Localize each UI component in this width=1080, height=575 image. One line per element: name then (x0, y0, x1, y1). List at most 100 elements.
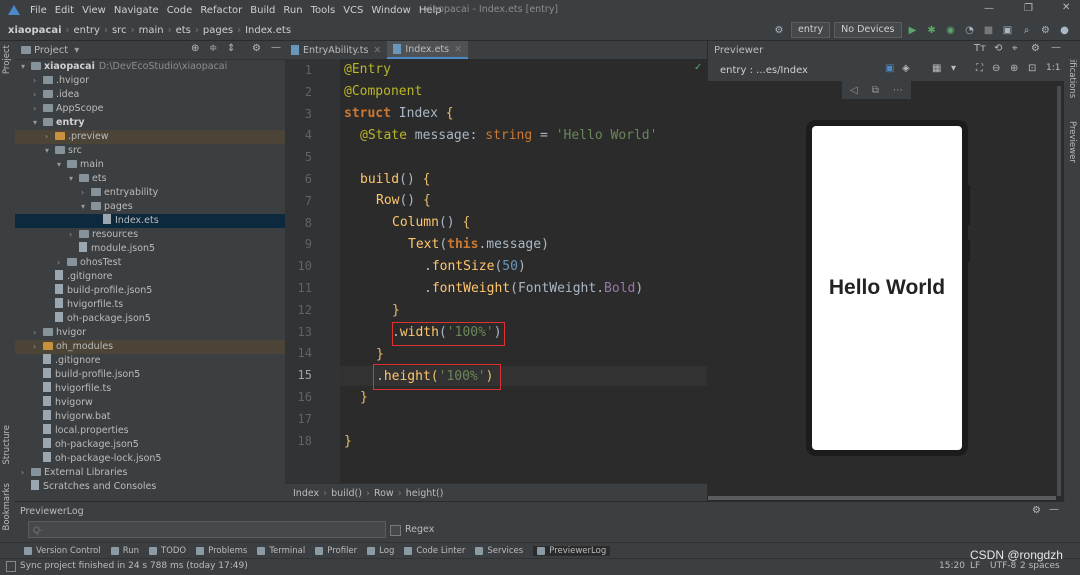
chevron-right-icon[interactable]: › (45, 130, 55, 144)
chevron-down-icon[interactable]: ▾ (69, 172, 79, 186)
hide-icon[interactable]: — (1049, 504, 1059, 515)
project-tool-tab[interactable]: Project (2, 45, 12, 74)
structure-tool-tab[interactable]: Structure (2, 425, 12, 465)
tree-item[interactable]: local.properties (15, 424, 285, 438)
run-config-select[interactable]: entry (791, 22, 831, 38)
tree-item[interactable]: hvigorfile.ts (15, 298, 285, 312)
bookmarks-tool-tab[interactable]: Bookmarks (2, 483, 12, 531)
tree-item[interactable]: .gitignore (15, 354, 285, 368)
tree-item[interactable]: ▾ entry (15, 116, 285, 130)
project-panel-title[interactable]: Project (34, 45, 68, 56)
tree-item[interactable]: oh-package.json5 (15, 438, 285, 452)
tree-item[interactable]: hvigorfile.ts (15, 382, 285, 396)
gear-icon[interactable]: ⚙ (771, 22, 787, 38)
collapse-all-icon[interactable]: ≑ (209, 43, 217, 54)
search-icon[interactable]: ⌕ (1019, 22, 1035, 38)
run-icon[interactable]: ▶ (905, 22, 921, 38)
tool-window-version-control[interactable]: Version Control (24, 546, 101, 556)
menu-build[interactable]: Build (250, 5, 275, 16)
tool-window-run[interactable]: Run (110, 546, 139, 556)
zoom-in-icon[interactable]: ⊕ (1010, 63, 1018, 74)
breadcrumb-item[interactable]: Index.ets (245, 25, 291, 36)
stop-icon[interactable]: ■ (981, 22, 997, 38)
code-breadcrumb-item[interactable]: Row (374, 488, 394, 499)
tree-item[interactable]: › AppScope (15, 102, 285, 116)
log-search-input[interactable] (28, 521, 386, 538)
caret-position[interactable]: 15:20 (939, 561, 965, 571)
tool-window-log[interactable]: Log (367, 546, 394, 556)
menu-tools[interactable]: Tools (311, 5, 336, 16)
profile-icon[interactable]: ◔ (962, 22, 978, 38)
minimize-icon[interactable]: — (984, 3, 994, 14)
file-encoding[interactable]: UTF-8 (990, 561, 1016, 571)
tool-window-profiler[interactable]: Profiler (315, 546, 357, 556)
tree-item[interactable]: › oh_modules (15, 340, 285, 354)
tool-window-problems[interactable]: Problems (196, 546, 247, 556)
tree-item[interactable]: Index.ets (15, 214, 285, 228)
actual-size-icon[interactable]: ⊡ (1028, 63, 1036, 74)
tree-item[interactable]: ▾ main (15, 158, 285, 172)
tree-item[interactable]: Scratches and Consoles (15, 480, 285, 494)
previewer-scrollbar[interactable] (708, 496, 1056, 500)
previewer-vertical-scrollbar[interactable] (1057, 86, 1061, 496)
expand-all-icon[interactable]: ⇕ (227, 43, 235, 54)
device-manager-icon[interactable]: ▣ (1000, 22, 1016, 38)
status-message[interactable]: Sync project finished in 24 s 788 ms (to… (20, 561, 248, 571)
tree-item[interactable]: › resources (15, 228, 285, 242)
chevron-down-icon[interactable]: ▾ (81, 200, 91, 214)
back-icon[interactable]: ◁ (850, 85, 858, 96)
chevron-right-icon[interactable]: › (33, 88, 43, 102)
tree-item[interactable]: › hvigor (15, 326, 285, 340)
chevron-right-icon[interactable]: › (69, 228, 79, 242)
tree-item[interactable]: › ohosTest (15, 256, 285, 270)
rotate-icon[interactable]: ⧉ (872, 85, 879, 96)
profile-avatar-icon[interactable]: ● (1057, 22, 1073, 38)
tree-item[interactable]: .gitignore (15, 270, 285, 284)
gear-icon[interactable]: ⚙ (1032, 505, 1041, 516)
inspector-icon[interactable]: ▣ (885, 63, 894, 74)
tool-window-previewerlog[interactable]: PreviewerLog (533, 546, 611, 556)
one-to-one-icon[interactable]: 1:1 (1046, 63, 1060, 73)
menu-run[interactable]: Run (283, 5, 302, 16)
tree-item[interactable]: hvigorw (15, 396, 285, 410)
zoom-out-icon[interactable]: ⊖ (992, 63, 1000, 74)
tab-index[interactable]: Index.ets ✕ (387, 41, 469, 59)
tree-item[interactable]: hvigorw.bat (15, 410, 285, 424)
tool-window-terminal[interactable]: Terminal (257, 546, 305, 556)
chevron-down-icon[interactable]: ▾ (951, 63, 956, 74)
chevron-down-icon[interactable]: ▾ (57, 158, 67, 172)
tree-item[interactable]: ▾ ets (15, 172, 285, 186)
tree-item[interactable]: build-profile.json5 (15, 368, 285, 382)
chevron-right-icon[interactable]: › (81, 186, 91, 200)
more-icon[interactable]: ⋯ (893, 85, 903, 96)
chevron-right-icon[interactable]: › (33, 326, 43, 340)
menu-file[interactable]: File (30, 5, 47, 16)
tree-item[interactable]: module.json5 (15, 242, 285, 256)
layers-icon[interactable]: ◈ (902, 63, 910, 74)
debug-icon[interactable]: ✱ (924, 22, 940, 38)
text-size-icon[interactable]: Tт (974, 43, 986, 54)
breadcrumb-item[interactable]: entry (74, 25, 100, 36)
breadcrumb-item[interactable]: main (139, 25, 164, 36)
close-icon[interactable]: ✕ (1062, 2, 1070, 13)
chevron-right-icon[interactable]: › (21, 466, 31, 480)
hide-icon[interactable]: — (271, 42, 281, 53)
tab-entryability[interactable]: EntryAbility.ts ✕ (285, 41, 387, 59)
line-separator[interactable]: LF (970, 561, 980, 571)
chevron-down-icon[interactable]: ▾ (33, 116, 43, 130)
tree-item[interactable]: › External Libraries (15, 466, 285, 480)
tree-item[interactable]: oh-package-lock.json5 (15, 452, 285, 466)
tree-item[interactable]: build-profile.json5 (15, 284, 285, 298)
tree-item[interactable]: ▾ src (15, 144, 285, 158)
chevron-right-icon[interactable]: › (33, 74, 43, 88)
close-tab-icon[interactable]: ✕ (454, 44, 462, 55)
menu-window[interactable]: Window (371, 5, 410, 16)
menu-code[interactable]: Code (167, 5, 193, 16)
grid-icon[interactable]: ▦ (932, 63, 941, 74)
code-breadcrumb-item[interactable]: build() (331, 488, 362, 499)
hide-icon[interactable]: — (1051, 42, 1061, 53)
chevron-right-icon[interactable]: › (33, 102, 43, 116)
breadcrumb-item[interactable]: ets (176, 25, 191, 36)
gear-icon[interactable]: ⚙ (1031, 43, 1040, 54)
reload-icon[interactable]: ⟲ (994, 43, 1002, 54)
